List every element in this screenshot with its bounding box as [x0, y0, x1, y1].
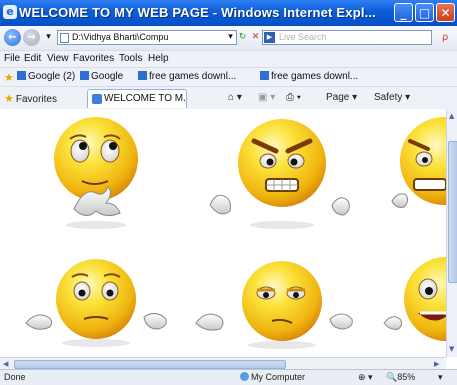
menu-tools[interactable]: Tools	[119, 53, 142, 64]
security-zone[interactable]: My Computer	[240, 372, 305, 382]
link-free-games-2[interactable]: free games downl...	[260, 71, 358, 82]
ie-logo-icon: e	[3, 5, 17, 19]
link-favicon-icon	[260, 71, 269, 80]
feeds-icon[interactable]: ▣ ▾	[258, 92, 275, 103]
page-menu[interactable]: Page ▾	[326, 92, 357, 103]
smiley-partial-right-bottom	[383, 257, 446, 341]
maximize-button[interactable]: □	[415, 3, 434, 22]
history-dropdown-icon[interactable]: ▾	[42, 31, 55, 44]
scroll-right-arrow-icon[interactable]: ▶	[434, 360, 439, 368]
status-text: Done	[4, 372, 26, 382]
scroll-down-arrow-icon[interactable]: ▼	[449, 345, 454, 353]
smiley-shrug-squint	[195, 261, 353, 349]
address-toolbar: ← → ▾ D:\Vidhya Bharti\Compu ▾ ↻ ✕ Live …	[0, 26, 457, 50]
link-google-2[interactable]: Google (2)	[17, 71, 75, 82]
scroll-left-arrow-icon[interactable]: ◀	[3, 360, 8, 368]
window-title: WELCOME TO MY WEB PAGE - Windows Interne…	[19, 5, 377, 20]
scroll-up-arrow-icon[interactable]: ▲	[449, 112, 454, 120]
safety-menu[interactable]: Safety ▾	[374, 92, 410, 103]
link-favicon-icon	[138, 71, 147, 80]
address-input[interactable]: D:\Vidhya Bharti\Compu	[57, 30, 237, 45]
menu-favorites[interactable]: Favorites	[73, 53, 114, 64]
back-button[interactable]: ←	[4, 29, 21, 46]
page-icon	[60, 33, 69, 43]
tab-welcome[interactable]: WELCOME TO M...	[87, 89, 187, 108]
minimize-button[interactable]: _	[394, 3, 413, 22]
print-icon[interactable]: ⎙ ▾	[286, 92, 301, 103]
refresh-button[interactable]: ↻	[236, 31, 249, 44]
horizontal-scroll-thumb[interactable]	[14, 360, 286, 369]
status-bar: Done My Computer ⊕ ▾ 🔍85% ▾	[0, 369, 457, 385]
link-google[interactable]: Google	[80, 71, 123, 82]
menu-file[interactable]: File	[4, 53, 20, 64]
zoom-control[interactable]: 🔍85%	[386, 372, 415, 383]
search-button[interactable]: ρ	[436, 30, 454, 45]
close-button[interactable]: ✕	[436, 3, 455, 22]
link-free-games-1[interactable]: free games downl...	[138, 71, 236, 82]
live-search-icon: ▶	[264, 32, 275, 43]
smiley-partial-right-top	[391, 117, 446, 208]
tab-bar: ★ Favorites WELCOME TO M... ⌂ ▾ ▣ ▾ ⎙ ▾ P…	[0, 86, 457, 110]
links-bar: ★ Google (2) Google free games downl... …	[0, 67, 457, 87]
tab-page-icon	[92, 94, 102, 104]
horizontal-scrollbar[interactable]: ◀ ▶	[0, 357, 446, 369]
title-bar[interactable]: e WELCOME TO MY WEB PAGE - Windows Inter…	[0, 0, 457, 26]
vertical-scrollbar[interactable]: ▲ ▼	[446, 109, 457, 357]
menu-view[interactable]: View	[47, 53, 69, 64]
smiley-shrug	[25, 259, 167, 347]
google-favicon-icon	[80, 71, 89, 80]
protected-mode-icon[interactable]: ⊕ ▾	[358, 372, 373, 383]
menu-bar: File Edit View Favorites Tools Help	[0, 50, 457, 68]
vertical-scroll-thumb[interactable]	[448, 141, 457, 283]
links-star-icon: ★	[4, 72, 14, 84]
smiley-thinking	[54, 117, 138, 229]
favorites-button[interactable]: ★ Favorites	[4, 92, 57, 105]
computer-icon	[240, 372, 249, 381]
tab-label: WELCOME TO M...	[104, 93, 187, 104]
google-favicon-icon	[17, 71, 26, 80]
page-content[interactable]	[0, 109, 446, 357]
zoom-dropdown-icon[interactable]: ▾	[438, 372, 443, 383]
menu-edit[interactable]: Edit	[24, 53, 41, 64]
stop-button[interactable]: ✕	[249, 31, 262, 44]
home-icon[interactable]: ⌂ ▾	[228, 92, 242, 103]
smiley-angry	[209, 119, 350, 229]
search-input[interactable]: Live Search	[262, 30, 432, 45]
menu-help[interactable]: Help	[148, 53, 169, 64]
forward-button[interactable]: →	[23, 29, 40, 46]
